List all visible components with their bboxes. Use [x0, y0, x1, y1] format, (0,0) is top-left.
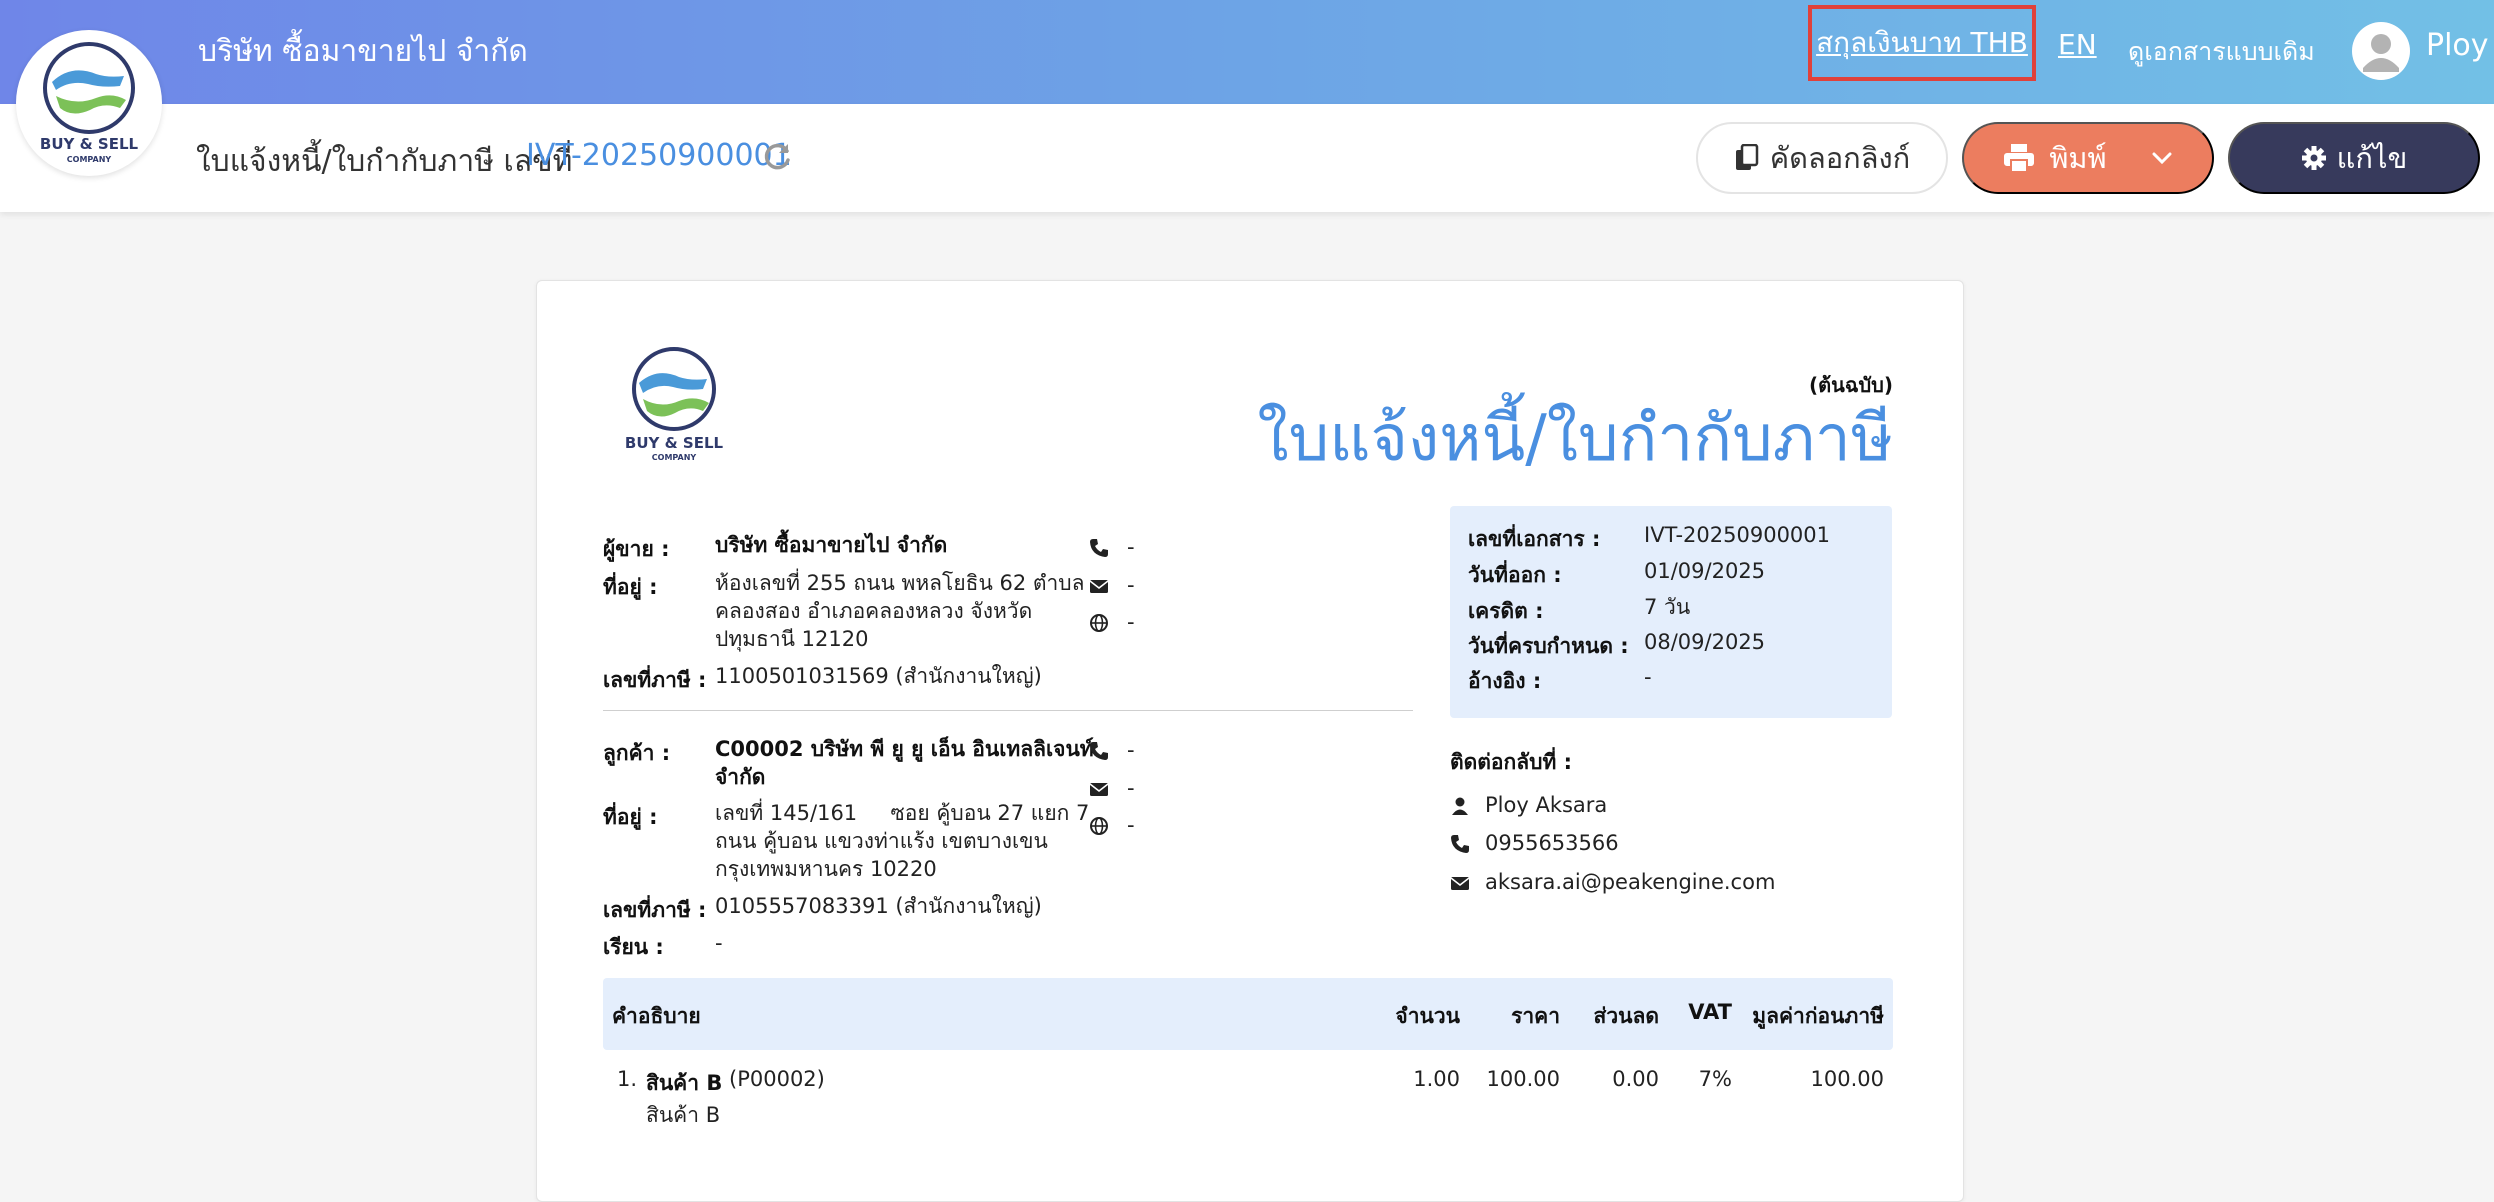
- chevron-down-icon[interactable]: [2151, 151, 2173, 165]
- seller-address-label: ที่อยู่ :: [603, 575, 658, 599]
- table-row: 1. สินค้า B (P00002) สินค้า B 1.00 100.0…: [603, 1067, 1893, 1137]
- print-label: พิมพ์: [2049, 143, 2107, 175]
- seller-website: -: [1127, 610, 1135, 634]
- credit-label: เครดิต :: [1468, 599, 1544, 623]
- logo-subtext: COMPANY: [67, 155, 112, 164]
- invoice-document: BUY & SELL COMPANY (ต้นฉบับ) ใบแจ้งหนี้/…: [536, 280, 1964, 1202]
- legacy-view-link[interactable]: ดูเอกสารแบบเดิม: [2128, 32, 2315, 72]
- row-item-code: (P00002): [729, 1067, 825, 1091]
- seller-label: ผู้ขาย :: [603, 537, 670, 561]
- items-table-header: คำอธิบาย จำนวน ราคา ส่วนลด VAT มูลค่าก่อ…: [603, 978, 1893, 1050]
- seller-tax-id: 1100501031569 (สำนักงานใหญ่): [715, 664, 1042, 688]
- doc-no-value: IVT-20250900001: [1644, 523, 1831, 547]
- logo-text: BUY & SELL: [40, 135, 139, 153]
- contact-phone: 0955653566: [1485, 831, 1619, 855]
- customer-phone: -: [1127, 738, 1135, 762]
- contact-label: ติดต่อกลับที่ :: [1450, 750, 1572, 774]
- customer-label: ลูกค้า :: [603, 741, 671, 765]
- edit-label: แก้ไข: [2336, 143, 2408, 175]
- row-vat: 7%: [1698, 1067, 1732, 1091]
- top-bar: บริษัท ซื้อมาขายไป จำกัด สกุลเงินบาท THB…: [0, 0, 2494, 104]
- refresh-icon[interactable]: [760, 140, 794, 174]
- copy-link-label: คัดลอกลิงก์: [1769, 143, 1911, 175]
- seller-name: บริษัท ซื้อมาขายไป จำกัด: [715, 533, 948, 557]
- attn-value: -: [715, 931, 723, 955]
- col-price: ราคา: [1511, 1004, 1560, 1028]
- globe-icon: [1090, 614, 1108, 632]
- document-title: ใบแจ้งหนี้/ใบกำกับภาษี: [1257, 402, 1893, 476]
- printer-icon: [2004, 144, 2035, 173]
- section-divider: [603, 710, 1413, 711]
- language-link[interactable]: EN: [2058, 28, 2097, 61]
- user-icon: [1452, 797, 1468, 815]
- copy-link-button[interactable]: คัดลอกลิงก์: [1696, 122, 1948, 194]
- reference-value: -: [1644, 665, 1652, 689]
- col-discount: ส่วนลด: [1593, 1004, 1659, 1028]
- row-pre-tax: 100.00: [1810, 1067, 1884, 1091]
- customer-email: -: [1127, 776, 1135, 800]
- customer-address: เลขที่ 145/161 ซอย คู้บอน 27 แยก 7 ถนน ค…: [715, 801, 1090, 881]
- user-name[interactable]: Ploy: [2426, 28, 2489, 63]
- customer-tax-id: 0105557083391 (สำนักงานใหญ่): [715, 894, 1042, 918]
- company-logo[interactable]: BUY & SELL COMPANY: [16, 30, 162, 176]
- col-vat: VAT: [1688, 1000, 1732, 1024]
- col-qty: จำนวน: [1395, 1004, 1460, 1028]
- buy-sell-logo-icon: BUY & SELL COMPANY: [40, 42, 139, 164]
- row-index: 1.: [617, 1067, 638, 1091]
- customer-address-label: ที่อยู่ :: [603, 805, 658, 829]
- seller-email: -: [1127, 573, 1135, 597]
- print-button[interactable]: พิมพ์: [1962, 122, 2214, 194]
- document-logo-icon: BUY & SELL COMPANY: [625, 347, 724, 462]
- doc-no-label: เลขที่เอกสาร :: [1468, 527, 1601, 551]
- row-qty: 1.00: [1413, 1067, 1460, 1091]
- document-logo-subtext: COMPANY: [652, 453, 697, 462]
- document-logo-text: BUY & SELL: [625, 434, 724, 452]
- phone-icon: [1090, 742, 1108, 760]
- due-date-value: 08/09/2025: [1644, 630, 1766, 654]
- contact-name: Ploy Aksara: [1485, 793, 1608, 817]
- company-name: บริษัท ซื้อมาขายไป จำกัด: [198, 34, 528, 69]
- contact-email: aksara.ai@peakengine.com: [1485, 870, 1776, 894]
- email-icon: [1089, 580, 1109, 593]
- document-info-box: เลขที่เอกสาร : IVT-20250900001 วันที่ออก…: [1450, 506, 1892, 718]
- attn-label: เรียน :: [603, 935, 664, 959]
- user-icon: [2363, 34, 2399, 72]
- phone-icon: [1090, 539, 1108, 557]
- avatar[interactable]: [2352, 22, 2410, 80]
- doc-number: IVT-20250900001: [526, 138, 792, 173]
- seller-address: ห้องเลขที่ 255 ถนน พหลโยธิน 62 ตำบล คลอง…: [715, 571, 1085, 651]
- row-discount: 0.00: [1612, 1067, 1659, 1091]
- edit-button[interactable]: แก้ไข: [2228, 122, 2480, 194]
- seller-phone: -: [1127, 535, 1135, 559]
- doc-type-label: ใบแจ้งหนี้/ใบกำกับภาษี เลขที่: [196, 144, 573, 179]
- seller-tax-label: เลขที่ภาษี :: [603, 668, 707, 692]
- customer-name: C00002 บริษัท พี ยู ยู เอ็น อินเทลลิเจนท…: [715, 737, 1094, 789]
- col-pre-tax: มูลค่าก่อนภาษี: [1752, 1004, 1884, 1028]
- row-item-subtext: สินค้า B: [646, 1103, 721, 1127]
- customer-website: -: [1127, 813, 1135, 837]
- row-item-name: สินค้า B: [646, 1071, 723, 1095]
- issue-date-value: 01/09/2025: [1644, 559, 1766, 583]
- gear-icon: [2301, 146, 2326, 170]
- row-price: 100.00: [1486, 1067, 1560, 1091]
- col-description: คำอธิบาย: [612, 1004, 701, 1028]
- email-icon: [1089, 783, 1109, 796]
- reference-label: อ้างอิง :: [1468, 669, 1542, 693]
- issue-date-label: วันที่ออก :: [1468, 563, 1562, 587]
- copy-icon: [1735, 144, 1759, 170]
- globe-icon: [1090, 817, 1108, 835]
- phone-icon: [1451, 835, 1469, 853]
- currency-link[interactable]: สกุลเงินบาท THB: [1808, 5, 2036, 81]
- document-toolbar: ใบแจ้งหนี้/ใบกำกับภาษี เลขที่ IVT-202509…: [0, 104, 2494, 212]
- email-icon: [1450, 877, 1470, 890]
- due-date-label: วันที่ครบกำหนด :: [1468, 634, 1629, 658]
- credit-value: 7 วัน: [1644, 595, 1691, 619]
- customer-tax-label: เลขที่ภาษี :: [603, 898, 707, 922]
